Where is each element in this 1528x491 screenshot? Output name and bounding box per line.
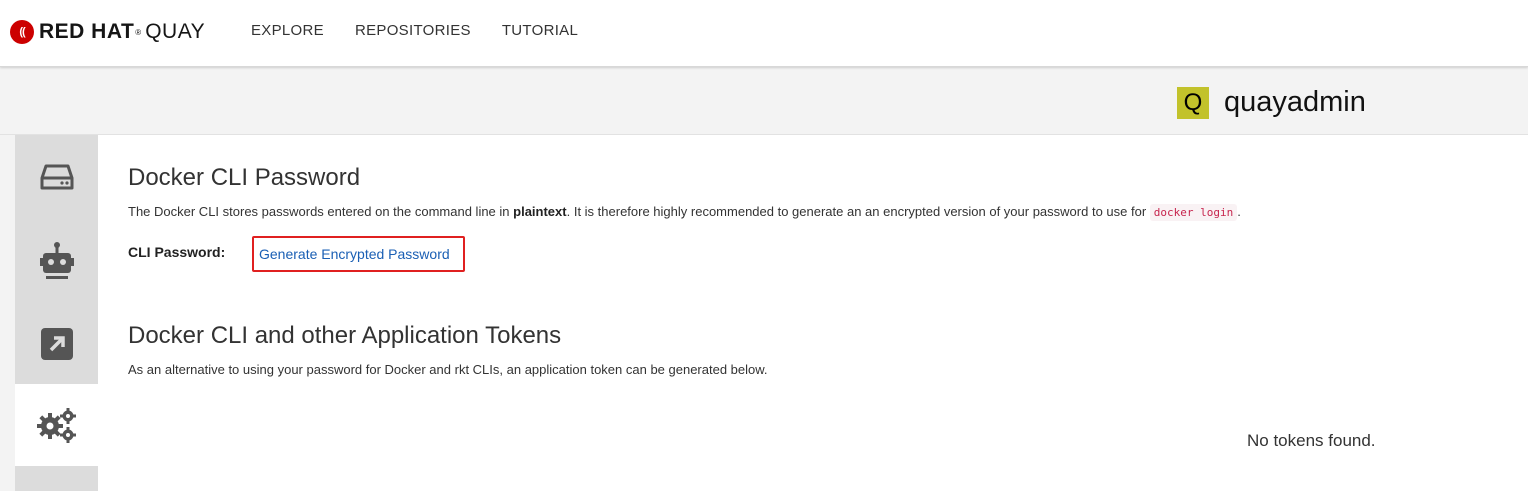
avatar: Q (1177, 86, 1209, 119)
robot-icon (39, 242, 74, 279)
app-tokens-heading: Docker CLI and other Application Tokens (128, 322, 562, 349)
sidebar-item-settings[interactable] (15, 384, 98, 466)
desc-plaintext: plaintext (513, 204, 567, 219)
sidebar-item-repositories[interactable] (15, 135, 98, 219)
settings-main: Docker CLI Password The Docker CLI store… (98, 135, 1528, 491)
red-hat-logo-icon: (( (10, 20, 34, 44)
sidebar-item-robots[interactable] (15, 219, 98, 303)
top-navbar: (( RED HAT ® QUAY EXPLORE REPOSITORIES T… (0, 0, 1528, 67)
desc-end: . (1237, 204, 1241, 219)
desc-text-1: The Docker CLI stores passwords entered … (128, 204, 514, 219)
red-hat-quay-logo[interactable]: (( RED HAT ® QUAY (10, 19, 205, 45)
sidebar-item-external-logins[interactable] (15, 303, 98, 384)
cli-password-label: CLI Password: (128, 244, 226, 260)
gears-icon (36, 408, 76, 443)
nav-repositories[interactable]: REPOSITORIES (355, 22, 471, 39)
user-header: Q quayadmin (1177, 86, 1366, 119)
logo-registered-mark: ® (135, 27, 142, 37)
hard-drive-icon (40, 164, 73, 190)
cli-password-description: The Docker CLI stores passwords entered … (128, 204, 1241, 221)
app-tokens-description: As an alternative to using your password… (128, 362, 768, 377)
nav-tutorial[interactable]: TUTORIAL (502, 22, 578, 39)
generate-encrypted-password-link[interactable]: Generate Encrypted Password (259, 246, 450, 262)
empty-tokens-message: No tokens found. (1247, 431, 1376, 450)
docker-login-code: docker login (1149, 204, 1238, 221)
highlight-box: Generate Encrypted Password (252, 236, 465, 272)
nav-explore[interactable]: EXPLORE (251, 22, 324, 39)
desc-text-2: . It is therefore highly recommended to … (566, 204, 1150, 219)
main-nav: EXPLORE REPOSITORIES TUTORIAL (251, 22, 609, 39)
username-title: quayadmin (1224, 86, 1366, 118)
external-link-icon (40, 327, 73, 360)
cli-password-heading: Docker CLI Password (128, 164, 361, 191)
settings-sidebar (15, 135, 98, 491)
logo-quay-text: QUAY (145, 20, 206, 43)
logo-red-hat-text: RED HAT (39, 20, 135, 43)
